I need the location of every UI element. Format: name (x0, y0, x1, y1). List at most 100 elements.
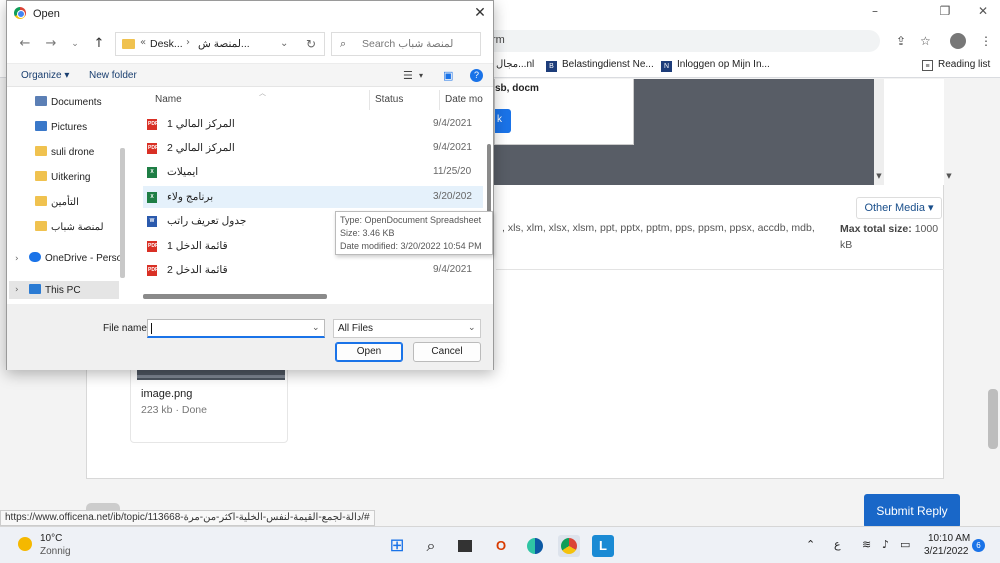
share-icon[interactable]: ⇪ (896, 34, 906, 48)
nav-scrollbar[interactable] (120, 148, 125, 278)
weather-description[interactable]: Zonnig (40, 546, 71, 557)
file-row[interactable]: PDF قائمة الدخل 2 9/4/2021 (143, 259, 483, 281)
cancel-button[interactable]: Cancel (413, 342, 481, 362)
file-row[interactable]: X ايميلات 11/25/20 (143, 161, 483, 183)
expand-chevron-icon[interactable]: › (15, 254, 19, 264)
volume-icon[interactable]: ♪ (882, 538, 889, 551)
maximize-icon[interactable]: ❐ (930, 4, 960, 20)
up-arrow-icon[interactable]: ↑ (89, 36, 109, 52)
spreadsheet-file-icon: X (147, 192, 157, 203)
chevron-down-icon[interactable]: ⌄ (312, 323, 320, 333)
menu-icon[interactable]: ⋮ (980, 34, 992, 48)
other-media-button[interactable]: Other Media ▾ (856, 197, 942, 219)
address-bar[interactable]: rm (480, 30, 880, 52)
breadcrumb-current[interactable]: لمنصة ش... (198, 38, 250, 50)
modal-ok-button[interactable]: k (495, 109, 511, 133)
nav-item-pictures[interactable]: Pictures📌 (35, 121, 142, 141)
file-row[interactable]: PDF المركز المالي 2 9/4/2021 (143, 137, 483, 159)
column-date[interactable]: Date mo (445, 94, 483, 105)
forward-arrow-icon[interactable]: → (41, 36, 61, 52)
star-icon[interactable]: ☆ (920, 34, 931, 48)
tray-chevron-icon[interactable]: ⌃ (806, 538, 815, 551)
column-name[interactable]: Name (155, 94, 182, 105)
nav-item-this-pc[interactable]: This PC (29, 284, 119, 304)
search-icon[interactable]: ⌕ (420, 535, 442, 557)
breadcrumb-desktop[interactable]: Desk... (150, 38, 183, 50)
weather-temperature[interactable]: 10°C (40, 533, 62, 544)
help-icon[interactable]: ? (470, 69, 483, 82)
sun-icon[interactable] (18, 537, 32, 551)
app-l-icon[interactable]: L (592, 535, 614, 557)
cloud-icon (29, 252, 41, 262)
preview-pane-icon[interactable]: ▣ (443, 69, 453, 82)
nav-item-insurance[interactable]: التأمين (35, 196, 125, 216)
reading-list-button[interactable]: ≡ Reading list (922, 59, 990, 71)
wifi-icon[interactable]: ≋ (862, 538, 871, 551)
edge-icon[interactable] (524, 535, 546, 557)
open-button[interactable]: Open (335, 342, 403, 362)
allowed-file-types: , xls, xlm, xlsx, xlsm, ppt, pptx, pptm,… (502, 222, 815, 234)
pdf-file-icon: PDF (147, 241, 158, 252)
horizontal-scrollbar[interactable] (143, 294, 327, 299)
preview-scrollbar[interactable] (874, 79, 884, 185)
file-type-select[interactable]: All Files ⌄ (333, 319, 481, 338)
file-row-hovered[interactable]: X برنامج ولاء 3/20/202 (143, 186, 483, 208)
bookmark-item[interactable]: B Belastingdienst Ne... (546, 59, 654, 72)
language-indicator[interactable]: ع (834, 538, 841, 551)
file-name: جدول تعريف راتب (167, 215, 247, 227)
close-icon[interactable]: ✕ (471, 5, 489, 23)
view-dropdown-icon[interactable]: ▾ (419, 71, 423, 80)
search-input[interactable]: ⌕ Search لمنصة شباب (331, 32, 481, 56)
back-arrow-icon[interactable]: ← (15, 36, 35, 52)
expand-chevron-icon[interactable]: › (15, 285, 19, 295)
nav-label: suli drone (51, 147, 95, 158)
recent-locations-icon[interactable]: ⌄ (65, 39, 85, 55)
notification-badge[interactable]: 6 (972, 539, 985, 552)
file-name: برنامج ولاء (167, 191, 214, 203)
nav-item-uitkering[interactable]: Uitkering (35, 171, 125, 191)
breadcrumb-overflow[interactable]: « (140, 37, 146, 48)
nav-label: Documents (51, 97, 102, 108)
refresh-icon[interactable]: ↻ (306, 37, 316, 51)
organize-menu[interactable]: Organize ▾ (21, 70, 69, 81)
bookmark-item[interactable]: N Inloggen op Mijn In... (661, 59, 770, 72)
minimize-icon[interactable]: – (860, 4, 890, 20)
profile-avatar[interactable] (950, 33, 966, 49)
chevron-down-icon[interactable]: ⌄ (280, 38, 288, 49)
nav-item-documents[interactable]: Documents📌 (35, 96, 142, 116)
attachment-card[interactable]: image.png 223 kb · Done (130, 359, 288, 443)
column-status[interactable]: Status (375, 94, 403, 105)
nav-label: Uitkering (51, 172, 91, 183)
column-divider[interactable] (369, 90, 370, 110)
battery-icon[interactable]: ▭ (900, 538, 910, 551)
close-window-icon[interactable]: ✕ (968, 4, 998, 20)
nav-item-suli-drone[interactable]: suli drone (35, 146, 125, 166)
column-divider[interactable] (439, 90, 440, 110)
submit-reply-button[interactable]: Submit Reply (864, 494, 960, 528)
scroll-down-icon[interactable]: ▼ (874, 172, 884, 184)
new-folder-button[interactable]: New folder (89, 70, 137, 81)
file-name: ايميلات (167, 166, 199, 178)
task-view-icon[interactable] (454, 535, 476, 557)
file-list: ︿ Name Status Date mo PDF المركز المالي 1… (131, 88, 493, 304)
nav-label: This PC (45, 285, 81, 296)
nav-item-youth-platform[interactable]: لمنصة شباب (35, 221, 125, 241)
windows-start-icon[interactable]: ⊞ (386, 535, 408, 557)
nav-label: لمنصة شباب (51, 222, 104, 233)
breadcrumb[interactable]: « Desk... › لمنصة ش... ⌄ ↻ (115, 32, 325, 56)
scroll-down-icon[interactable]: ▼ (944, 172, 954, 184)
file-row[interactable]: PDF المركز المالي 1 9/4/2021 (143, 113, 483, 135)
file-name: المركز المالي 1 (167, 118, 235, 130)
chrome-taskbar-icon[interactable] (558, 535, 580, 557)
office-icon[interactable]: O (490, 535, 512, 557)
clock-date[interactable]: 3/21/2022 (924, 546, 969, 557)
nav-item-onedrive[interactable]: OneDrive - Perso (29, 252, 122, 272)
dialog-title: Open (33, 8, 60, 20)
pdf-file-icon: PDF (147, 143, 158, 154)
view-options-icon[interactable]: ☰ (403, 69, 413, 82)
bookmark-item[interactable]: مجال...nl (496, 59, 534, 70)
max-size-label: Max total size: (840, 223, 912, 235)
clock-time[interactable]: 10:10 AM (928, 533, 970, 544)
page-scrollbar[interactable] (988, 389, 998, 449)
file-name-input[interactable]: ⌄ (147, 319, 325, 338)
